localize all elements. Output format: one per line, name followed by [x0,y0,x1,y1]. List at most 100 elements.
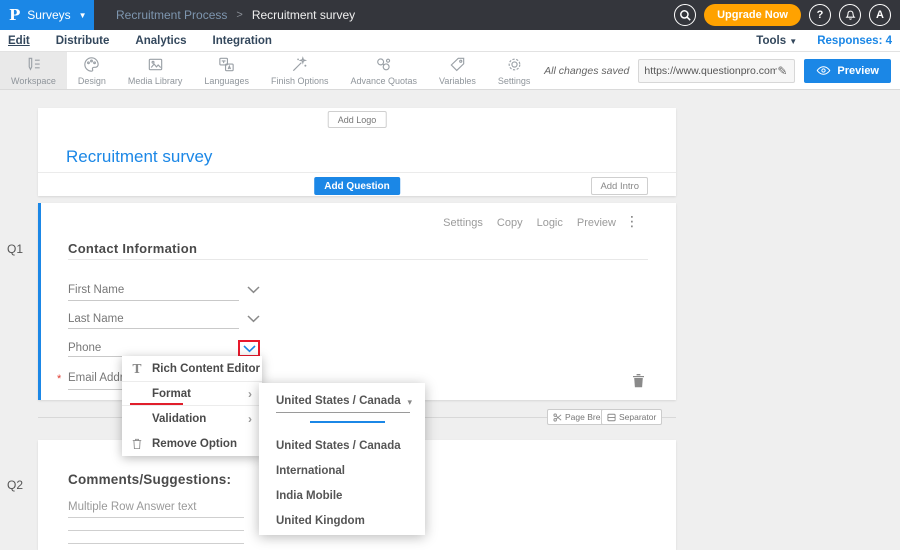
toolbar-label: Design [78,76,106,86]
q1-label: Q1 [7,242,23,256]
menu-item-validation[interactable]: Validation › [122,406,262,431]
breadcrumb-current: Recruitment survey [252,8,355,22]
menu-item-label: Format [152,388,248,400]
notifications-button[interactable] [839,4,861,26]
add-intro-button[interactable]: Add Intro [591,177,648,195]
image-icon [146,55,165,74]
format-select-value[interactable]: United States / Canada [276,395,401,407]
survey-url-field[interactable]: https://www.questionpro.com/t/APNrFZ ✎ [638,59,795,83]
toolbar-right: All changes saved https://www.questionpr… [544,52,900,89]
toolbar-advance-quotas[interactable]: Advance Quotas [339,52,428,89]
toolbar-label: Advance Quotas [350,76,417,86]
toolbar-label: Media Library [128,76,183,86]
translate-icon [217,55,236,74]
survey-title[interactable]: Recruitment survey [66,147,212,167]
delete-question-button[interactable] [632,373,645,388]
edit-url-icon[interactable]: ✎ [777,64,787,78]
survey-nav: Edit Distribute Analytics Integration To… [0,30,900,52]
preview-button[interactable]: Preview [804,59,891,83]
separator-icon [607,413,616,422]
search-icon [679,9,692,22]
option-international[interactable]: International [276,465,345,477]
help-button[interactable]: ? [809,4,831,26]
format-submenu-panel: United States / Canada ▾ United States /… [259,383,425,535]
question-actions: Settings Copy Logic Preview [443,217,616,229]
q2-label: Q2 [7,478,23,492]
breadcrumb: Recruitment Process > Recruitment survey [116,8,355,22]
question-settings-link[interactable]: Settings [443,217,483,229]
option-united-kingdom[interactable]: United Kingdom [276,515,365,527]
toolbar-settings[interactable]: Settings [487,52,542,89]
question-preview-link[interactable]: Preview [577,217,616,229]
red-annotation-underline [130,403,183,405]
phone-options-toggle-highlighted[interactable] [238,340,260,357]
links-icon [374,55,393,74]
answer-underline [68,543,244,544]
toolbar-media-library[interactable]: Media Library [117,52,194,89]
option-us-canada[interactable]: United States / Canada [276,440,401,452]
tab-integration[interactable]: Integration [213,35,272,47]
option-india-mobile[interactable]: India Mobile [276,490,342,502]
avatar[interactable]: A [869,4,891,26]
question-copy-link[interactable]: Copy [497,217,523,229]
tab-analytics[interactable]: Analytics [135,35,186,47]
submenu-arrow-icon: › [248,412,252,426]
field-last-name[interactable]: Last Name [68,313,124,325]
tools-menu[interactable]: Tools ▼ [756,35,797,47]
field-underline [68,328,239,329]
toolbar-label: Workspace [11,76,56,86]
field-options-toggle[interactable] [247,286,260,294]
surveys-menu[interactable]: P Surveys ▼ [0,0,94,30]
trash-icon [122,438,152,450]
workspace-icon [24,55,43,74]
field-options-menu: T Rich Content Editor Format › Validatio… [122,356,262,456]
tab-distribute[interactable]: Distribute [56,35,110,47]
menu-item-rich-content-editor[interactable]: T Rich Content Editor [122,356,262,381]
answer-underline [68,517,244,518]
answer-underline [68,530,244,531]
breadcrumb-parent[interactable]: Recruitment Process [116,8,227,22]
separator-button[interactable]: Separator [601,409,662,425]
select-caret-icon[interactable]: ▾ [407,397,412,408]
add-question-button[interactable]: Add Question [314,177,400,195]
toolbar-finish-options[interactable]: Finish Options [260,52,340,89]
toolbar-design[interactable]: Design [67,52,117,89]
question-2-title[interactable]: Comments/Suggestions: [68,472,231,487]
add-logo-button[interactable]: Add Logo [328,111,387,128]
separator-label: Separator [619,412,656,422]
scissors-icon [553,413,562,422]
search-button[interactable] [674,4,696,26]
question-logic-link[interactable]: Logic [537,217,563,229]
toolbar-languages[interactable]: Languages [193,52,260,89]
menu-item-label: Validation [152,413,248,425]
field-first-name[interactable]: First Name [68,284,124,296]
menu-item-remove-option[interactable]: Remove Option [122,431,262,456]
menu-item-format[interactable]: Format › [122,381,262,406]
multirow-answer-placeholder[interactable]: Multiple Row Answer text [68,501,196,513]
survey-url[interactable]: https://www.questionpro.com/t/APNrFZ [644,65,777,77]
menu-item-label: Rich Content Editor [152,363,262,375]
survey-header-card: Add Logo Recruitment survey Add Question… [38,108,676,196]
divider [38,172,676,173]
wand-icon [290,55,309,74]
palette-icon [82,55,101,74]
gear-icon [505,55,524,74]
active-indicator-bar [310,421,385,423]
eye-icon [816,65,831,76]
kebab-menu-icon[interactable]: ⋮ [625,214,639,230]
tab-edit[interactable]: Edit [8,35,30,47]
chevron-down-icon: ▼ [789,37,797,46]
responses-link[interactable]: Responses: 4 [817,35,892,47]
field-options-toggle[interactable] [247,315,260,323]
toolbar-variables[interactable]: Variables [428,52,487,89]
workspace-toolbar: Workspace Design Media Library Languages… [0,52,900,90]
product-name: Surveys [27,8,70,22]
breadcrumb-separator: > [236,9,242,21]
question-1-title[interactable]: Contact Information [68,241,197,256]
field-phone[interactable]: Phone [68,342,101,354]
toolbar-workspace[interactable]: Workspace [0,52,67,89]
text-format-icon: T [122,362,152,376]
submenu-arrow-icon: › [248,387,252,401]
upgrade-now-button[interactable]: Upgrade Now [704,4,801,26]
toolbar-label: Variables [439,76,476,86]
